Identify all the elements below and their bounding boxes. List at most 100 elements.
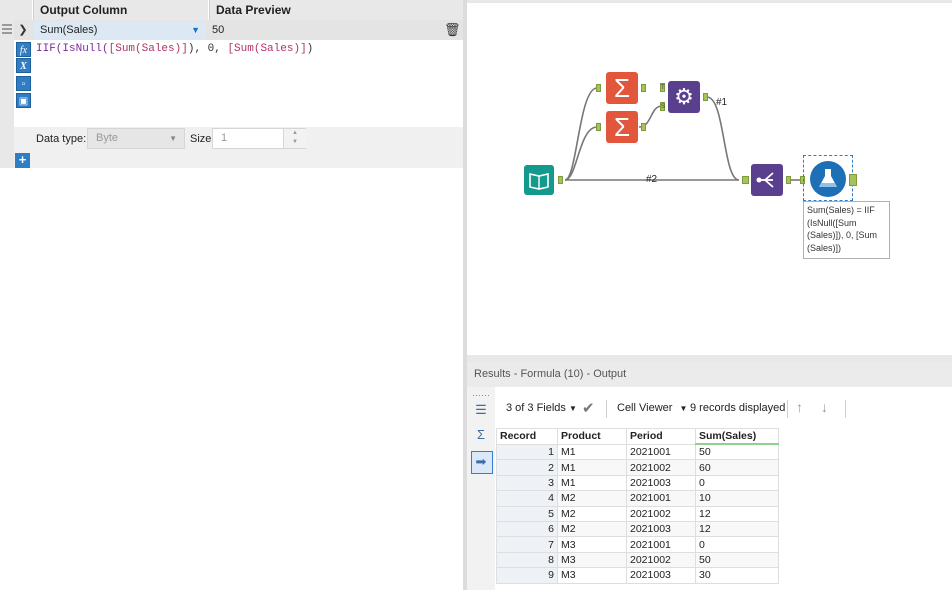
sum-sales-cell[interactable]: 12: [695, 505, 779, 522]
table-row[interactable]: 9 M3 2021003 30: [496, 567, 779, 584]
results-table[interactable]: Record Product Period Sum(Sales) 1 M1 2021…: [496, 428, 779, 584]
product-cell[interactable]: M3: [557, 551, 627, 569]
record-cell[interactable]: 8: [496, 551, 558, 569]
append-fields-tool[interactable]: ⚙: [668, 81, 700, 113]
sum-sales-cell[interactable]: 0: [695, 474, 779, 492]
column-header-product[interactable]: Product: [557, 428, 627, 445]
product-cell[interactable]: M1: [557, 443, 627, 461]
arrow-up-icon[interactable]: ↑: [796, 399, 803, 415]
period-cell[interactable]: 2021001: [626, 443, 696, 461]
table-row[interactable]: 2 M1 2021002 60: [496, 459, 779, 476]
sigma-icon: Σ: [613, 112, 631, 142]
sigma-summary-icon[interactable]: Σ: [472, 426, 490, 444]
data-type-select[interactable]: Byte ▼: [87, 128, 185, 149]
sum-sales-cell[interactable]: 60: [695, 459, 779, 476]
rows-list-icon[interactable]: ☰: [472, 401, 490, 419]
formula-tool[interactable]: [810, 161, 846, 197]
formula-expression-editor[interactable]: IIF(IsNull([Sum(Sales)]), 0, [Sum(Sales)…: [36, 43, 456, 57]
summarize-1-input-anchor[interactable]: [596, 84, 601, 92]
product-cell[interactable]: M2: [557, 505, 627, 522]
results-divider[interactable]: [467, 355, 952, 362]
variable-x-icon[interactable]: X: [16, 58, 31, 73]
column-header-record[interactable]: Record: [496, 428, 558, 445]
record-cell[interactable]: 4: [496, 490, 558, 507]
summarize-tool-2[interactable]: Σ: [606, 111, 638, 143]
join-target-anchor[interactable]: T: [660, 83, 665, 92]
add-expression-button[interactable]: +: [15, 153, 30, 168]
cell-viewer-label: Cell Viewer: [617, 402, 673, 414]
dropdown-arrow-icon: ▼: [191, 25, 200, 35]
cell-viewer-selector[interactable]: Cell Viewer ▼: [617, 402, 687, 414]
sum-sales-cell[interactable]: 50: [695, 551, 779, 569]
fields-selector[interactable]: 3 of 3 Fields ▼: [506, 402, 577, 414]
save-disk-icon[interactable]: ▣: [16, 93, 31, 108]
output-column-select[interactable]: Sum(Sales) ▼: [34, 21, 206, 39]
formula-output-anchor[interactable]: [849, 174, 857, 186]
drag-handle-icon[interactable]: [0, 22, 14, 38]
record-cell[interactable]: 1: [496, 443, 558, 461]
union-tool[interactable]: [751, 164, 783, 196]
union-input-anchor[interactable]: [742, 176, 749, 184]
summarize-2-output-anchor[interactable]: [641, 123, 646, 131]
table-row[interactable]: 4 M2 2021001 10: [496, 490, 779, 507]
delete-trash-icon[interactable]: 🗑: [444, 22, 461, 38]
chevron-down-icon: ▼: [568, 404, 577, 413]
tag-shape-icon[interactable]: ➡: [472, 453, 490, 471]
record-cell[interactable]: 5: [496, 505, 558, 522]
join-output-anchor[interactable]: [703, 93, 708, 101]
column-header-period[interactable]: Period: [626, 428, 696, 445]
sum-sales-cell[interactable]: 30: [695, 567, 779, 584]
record-cell[interactable]: 3: [496, 474, 558, 492]
record-cell[interactable]: 2: [496, 459, 558, 476]
table-row[interactable]: 6 M2 2021003 12: [496, 520, 779, 538]
period-cell[interactable]: 2021002: [626, 551, 696, 569]
join-source-anchor[interactable]: S: [660, 102, 665, 111]
record-cell[interactable]: 6: [496, 520, 558, 538]
function-fx-icon[interactable]: fx: [16, 42, 31, 57]
product-cell[interactable]: M1: [557, 474, 627, 492]
anchor-t-label: T: [661, 85, 665, 91]
table-row[interactable]: 5 M2 2021002 12: [496, 505, 779, 522]
table-row[interactable]: 7 M3 2021001 0: [496, 536, 779, 553]
arrow-down-icon[interactable]: ↓: [821, 399, 828, 415]
period-cell[interactable]: 2021002: [626, 505, 696, 522]
expr-mid: ), 0,: [187, 43, 228, 55]
product-cell[interactable]: M2: [557, 490, 627, 507]
summarize-2-input-anchor[interactable]: [596, 123, 601, 131]
period-cell[interactable]: 2021001: [626, 490, 696, 507]
table-row[interactable]: 8 M3 2021002 50: [496, 551, 779, 569]
flask-icon: [819, 169, 837, 187]
period-cell[interactable]: 2021001: [626, 536, 696, 553]
formula-config-panel: [0, 0, 463, 590]
input-data-tool[interactable]: [524, 165, 554, 195]
sum-sales-cell[interactable]: 50: [695, 443, 779, 461]
record-cell[interactable]: 9: [496, 567, 558, 584]
union-merge-icon: [756, 172, 774, 188]
table-row[interactable]: 1 M1 2021001 50: [496, 443, 779, 461]
period-cell[interactable]: 2021003: [626, 567, 696, 584]
period-cell[interactable]: 2021002: [626, 459, 696, 476]
summarize-1-output-anchor[interactable]: [641, 84, 646, 92]
summarize-tool-1[interactable]: Σ: [606, 72, 638, 104]
period-cell[interactable]: 2021003: [626, 474, 696, 492]
input-output-anchor[interactable]: [558, 176, 563, 184]
union-output-anchor[interactable]: [786, 176, 791, 184]
period-cell[interactable]: 2021003: [626, 520, 696, 538]
collapse-chevron-icon[interactable]: ❯: [14, 20, 32, 40]
product-cell[interactable]: M2: [557, 520, 627, 538]
size-spinner-icon[interactable]: ▲ ▼: [283, 129, 306, 148]
product-cell[interactable]: M3: [557, 536, 627, 553]
data-type-value: Byte: [96, 132, 119, 144]
sum-sales-cell[interactable]: 10: [695, 490, 779, 507]
record-cell[interactable]: 7: [496, 536, 558, 553]
apply-check-icon[interactable]: ✔: [582, 399, 595, 417]
table-row[interactable]: 3 M1 2021003 0: [496, 474, 779, 492]
open-folder-icon[interactable]: ▫: [16, 76, 31, 91]
sum-sales-cell[interactable]: 0: [695, 536, 779, 553]
column-header-sum-sales[interactable]: Sum(Sales): [695, 428, 779, 445]
gears-icon: ⚙: [674, 84, 694, 109]
product-cell[interactable]: M1: [557, 459, 627, 476]
toolbar-separator: [787, 400, 788, 418]
sum-sales-cell[interactable]: 12: [695, 520, 779, 538]
product-cell[interactable]: M3: [557, 567, 627, 584]
